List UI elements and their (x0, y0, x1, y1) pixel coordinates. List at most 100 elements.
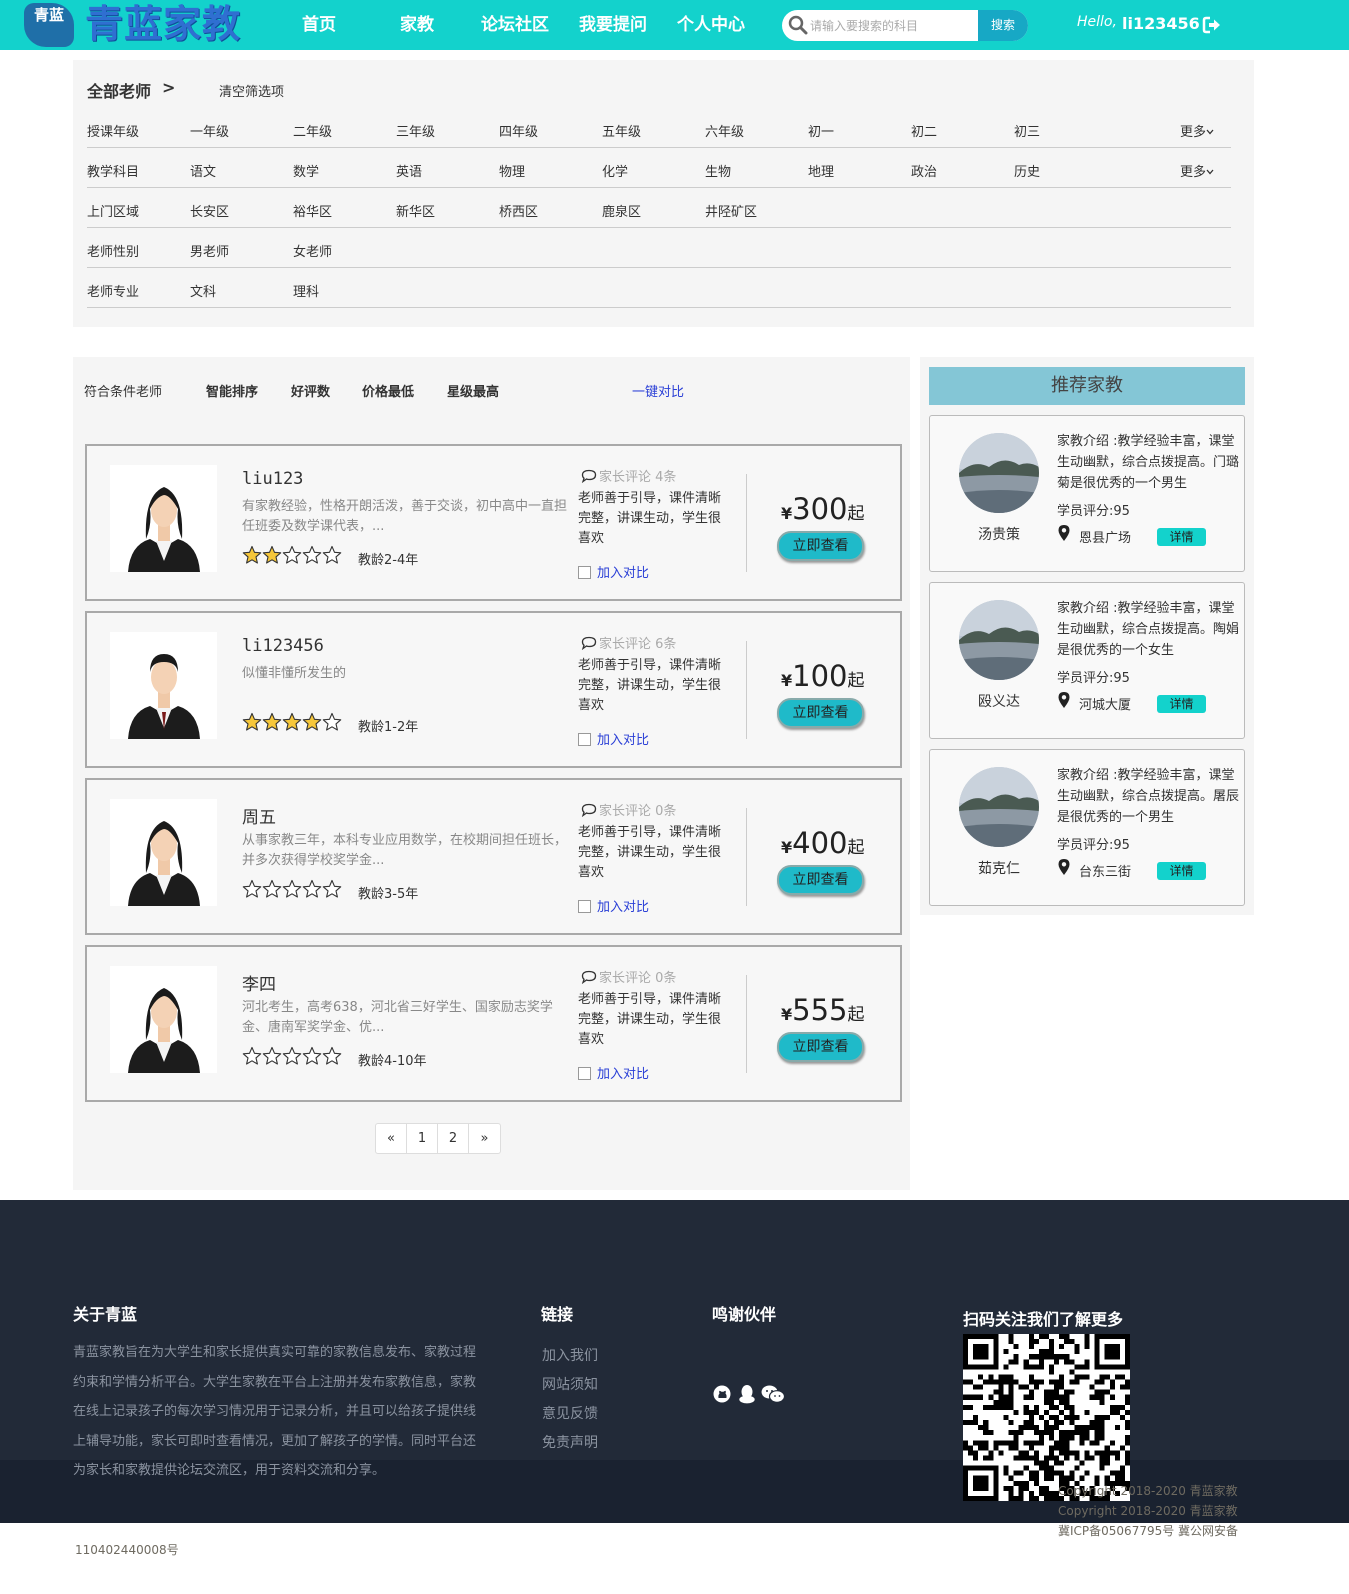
filter-option[interactable]: 五年级 (602, 121, 641, 140)
filter-option[interactable]: 六年级 (705, 121, 744, 140)
teacher-name[interactable]: 周五 (242, 803, 276, 828)
checkbox[interactable] (578, 566, 591, 579)
teacher-card[interactable]: liu123 有家教经验，性格开朗活泼，善于交谈，初中高中一直担任班委及数学课代表… (85, 444, 902, 601)
filter-option[interactable]: 化学 (602, 161, 628, 180)
clear-filters-button[interactable]: 清空筛选项 (219, 81, 284, 100)
pager-next[interactable]: » (469, 1124, 500, 1153)
teacher-card[interactable]: 周五 从事家教三年，本科专业应用数学，在校期间担任班长，并多次获得学校奖学金...… (85, 778, 902, 935)
add-compare-checkbox[interactable]: 加入对比 (578, 729, 649, 748)
detail-button[interactable]: 详情 (1157, 862, 1206, 880)
teacher-name[interactable]: li123456 (242, 636, 324, 656)
checkbox[interactable] (578, 1067, 591, 1080)
sort-star-high[interactable]: 星级最高 (447, 381, 499, 400)
filter-option[interactable]: 井陉矿区 (705, 201, 757, 220)
checkbox[interactable] (578, 733, 591, 746)
pager-page-2[interactable]: 2 (438, 1124, 469, 1153)
wechat-icon[interactable] (760, 1383, 786, 1405)
add-compare-checkbox[interactable]: 加入对比 (578, 896, 649, 915)
filter-option[interactable]: 桥西区 (499, 201, 538, 220)
filter-option[interactable]: 数学 (293, 161, 319, 180)
nav-forum[interactable]: 论坛社区 (466, 0, 564, 50)
all-teachers-label[interactable]: 全部老师 (87, 78, 151, 102)
recommend-card[interactable]: 殴义达 家教介绍 :教学经验丰富，课堂生动幽默，综合点拨提高。陶娟是很优秀的一个女… (929, 582, 1245, 739)
filter-option[interactable]: 初三 (1014, 121, 1040, 140)
github-icon[interactable] (712, 1383, 732, 1405)
checkbox[interactable] (578, 900, 591, 913)
filter-option[interactable]: 二年级 (293, 121, 332, 140)
filter-more-button[interactable]: 更多 (1180, 161, 1214, 180)
username-link[interactable]: li123456 (1122, 14, 1200, 33)
filter-option[interactable]: 三年级 (396, 121, 435, 140)
search-input[interactable] (810, 10, 976, 41)
teacher-card[interactable]: 李四 河北考生，高考638，河北省三好学生、国家励志奖学金、唐南军奖学金、优...… (85, 945, 902, 1102)
teacher-card[interactable]: li123456 似懂非懂所发生的 教龄1-2年 家长评论 6条 老师善于引导，课件清晰… (85, 611, 902, 768)
filter-option[interactable]: 新华区 (396, 201, 435, 220)
recommend-name[interactable]: 茹克仁 (930, 858, 1068, 878)
teacher-name[interactable]: liu123 (242, 469, 303, 489)
filter-option[interactable]: 语文 (190, 161, 216, 180)
footer-link-notice[interactable]: 网站须知 (542, 1374, 598, 1394)
filter-option[interactable]: 初一 (808, 121, 834, 140)
filter-option[interactable]: 文科 (190, 281, 216, 300)
filter-option[interactable]: 四年级 (499, 121, 538, 140)
recommend-name[interactable]: 汤贵策 (930, 524, 1068, 544)
parent-reviews[interactable]: 家长评论 0条 (581, 967, 676, 986)
filter-option[interactable]: 裕华区 (293, 201, 332, 220)
nav-tutor[interactable]: 家教 (368, 0, 466, 50)
avatar[interactable] (959, 433, 1039, 513)
filter-option[interactable]: 历史 (1014, 161, 1040, 180)
site-logo[interactable]: 青蓝家教 (85, 2, 241, 46)
detail-button[interactable]: 详情 (1157, 695, 1206, 713)
compare-all-link[interactable]: 一键对比 (632, 381, 684, 400)
filter-option[interactable]: 物理 (499, 161, 525, 180)
filter-option[interactable]: 初二 (911, 121, 937, 140)
parent-reviews[interactable]: 家长评论 4条 (581, 466, 676, 485)
filter-option[interactable]: 生物 (705, 161, 731, 180)
teacher-photo[interactable] (110, 799, 217, 906)
filter-option[interactable]: 政治 (911, 161, 937, 180)
filter-option[interactable]: 一年级 (190, 121, 229, 140)
sort-rating-count[interactable]: 好评数 (291, 381, 330, 400)
avatar[interactable] (959, 600, 1039, 680)
parent-reviews[interactable]: 家长评论 0条 (581, 800, 676, 819)
add-compare-checkbox[interactable]: 加入对比 (578, 562, 649, 581)
footer-link-join[interactable]: 加入我们 (542, 1345, 598, 1365)
filter-option[interactable]: 男老师 (190, 241, 229, 260)
pager-prev[interactable]: « (376, 1124, 407, 1153)
nav-profile[interactable]: 个人中心 (662, 0, 760, 50)
filter-option[interactable]: 长安区 (190, 201, 229, 220)
view-now-button[interactable]: 立即查看 (777, 531, 864, 561)
logout-icon[interactable] (1202, 15, 1222, 35)
sort-smart[interactable]: 智能排序 (206, 381, 258, 400)
footer-link-disclaimer[interactable]: 免责声明 (542, 1432, 598, 1452)
search-button[interactable]: 搜索 (978, 10, 1028, 41)
view-now-button[interactable]: 立即查看 (777, 865, 864, 895)
footer-link-feedback[interactable]: 意见反馈 (542, 1403, 598, 1423)
filter-more-button[interactable]: 更多 (1180, 121, 1214, 140)
teacher-photo[interactable] (110, 966, 217, 1073)
qq-icon[interactable] (736, 1383, 758, 1405)
nav-home[interactable]: 首页 (270, 0, 368, 50)
filter-option[interactable]: 地理 (808, 161, 834, 180)
view-now-button[interactable]: 立即查看 (777, 1032, 864, 1062)
parent-reviews[interactable]: 家长评论 6条 (581, 633, 676, 652)
nav-ask[interactable]: 我要提问 (564, 0, 662, 50)
filter-option[interactable]: 理科 (293, 281, 319, 300)
teacher-photo[interactable] (110, 465, 217, 572)
add-compare-checkbox[interactable]: 加入对比 (578, 1063, 649, 1082)
teacher-name[interactable]: 李四 (242, 970, 276, 995)
filter-option[interactable]: 女老师 (293, 241, 332, 260)
sort-price-low[interactable]: 价格最低 (362, 381, 414, 400)
teacher-photo[interactable] (110, 632, 217, 739)
pager-page-1[interactable]: 1 (407, 1124, 438, 1153)
view-now-button[interactable]: 立即查看 (777, 698, 864, 728)
avatar[interactable] (959, 767, 1039, 847)
recommend-name[interactable]: 殴义达 (930, 691, 1068, 711)
filter-option[interactable]: 鹿泉区 (602, 201, 641, 220)
recommend-card[interactable]: 茹克仁 家教介绍 :教学经验丰富，课堂生动幽默，综合点拨提高。屠辰是很优秀的一个男… (929, 749, 1245, 906)
icp-record[interactable]: 冀ICP备05067795号 冀公网安备 (1058, 1522, 1238, 1539)
logo-badge[interactable]: 青蓝 (24, 3, 74, 47)
filter-option[interactable]: 英语 (396, 161, 422, 180)
recommend-card[interactable]: 汤贵策 家教介绍 :教学经验丰富，课堂生动幽默，综合点拨提高。门璐菊是很优秀的一个… (929, 415, 1245, 572)
detail-button[interactable]: 详情 (1157, 528, 1206, 546)
